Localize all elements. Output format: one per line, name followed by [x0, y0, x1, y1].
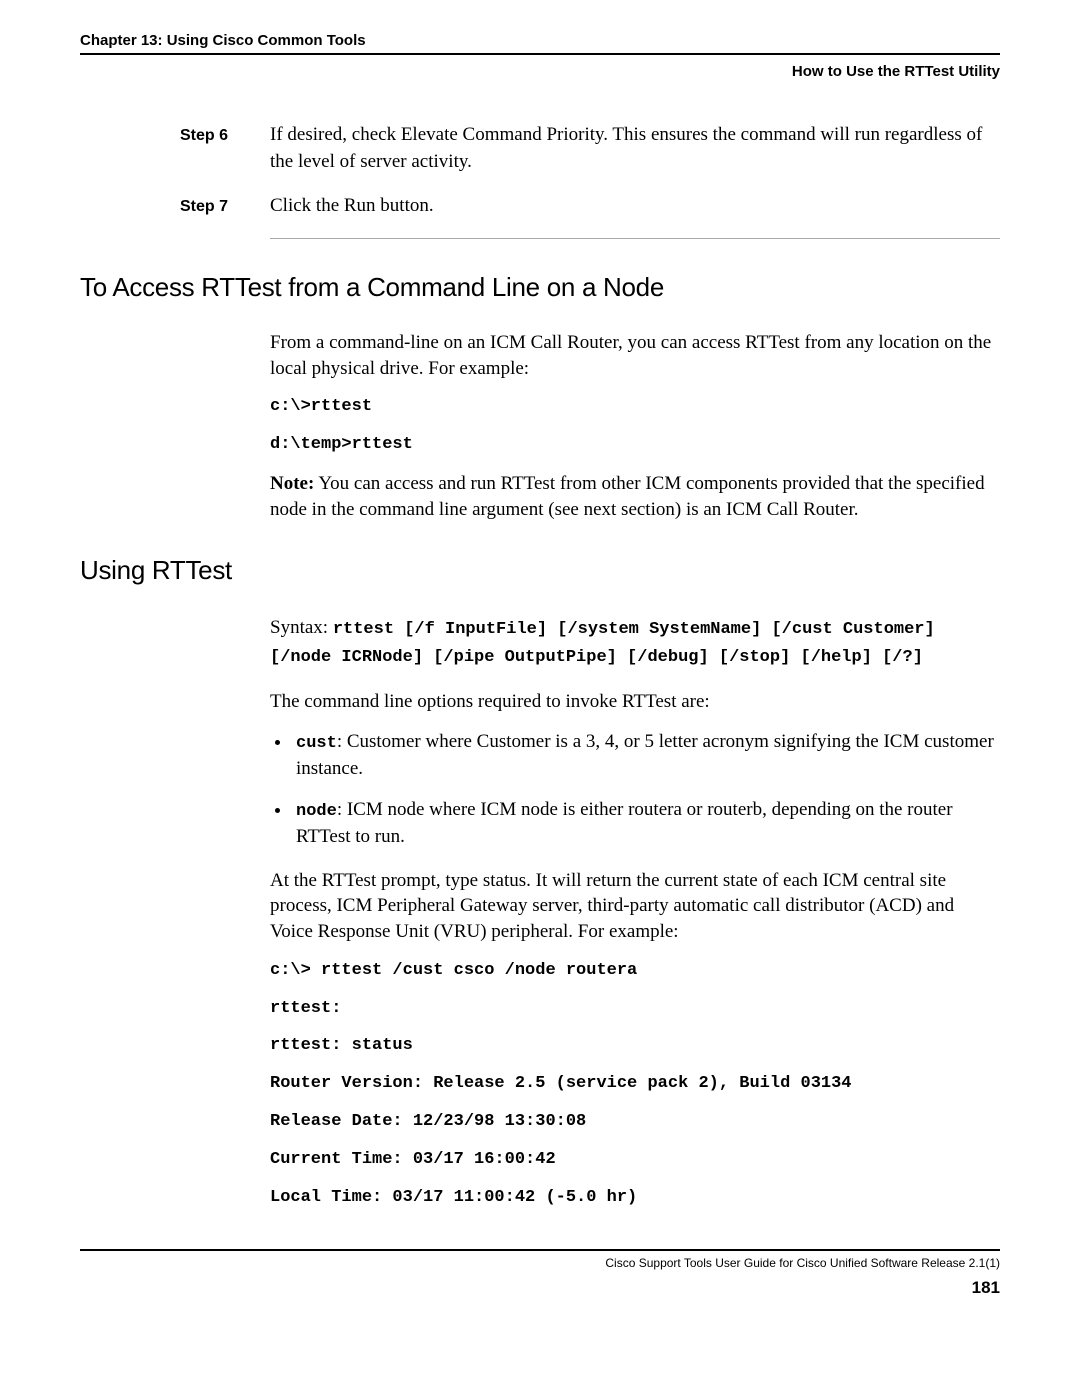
code-line: rttest: status — [270, 1034, 1000, 1058]
opts-intro: The command line options required to inv… — [270, 689, 1000, 715]
step-row: Step 7 Click the Run button. — [180, 193, 1000, 220]
prompt-text: At the RTTest prompt, type status. It wi… — [270, 868, 1000, 945]
code-line: d:\temp>rttest — [270, 433, 1000, 457]
section2-body: Syntax: rttest [/f InputFile] [/system S… — [270, 614, 1000, 1210]
footer-doc-title-row: Cisco Support Tools User Guide for Cisco… — [80, 1255, 1000, 1272]
code-line: Router Version: Release 2.5 (service pac… — [270, 1072, 1000, 1096]
list-item: node: ICM node where ICM node is either … — [292, 797, 1000, 850]
step-label: Step 7 — [180, 196, 270, 218]
steps-block: Step 6 If desired, check Elevate Command… — [180, 122, 1000, 220]
note-paragraph: Note: You can access and run RTTest from… — [270, 471, 1000, 522]
code-line: rttest: — [270, 997, 1000, 1021]
section-heading-using: Using RTTest — [80, 552, 1000, 588]
step-label: Step 6 — [180, 125, 270, 147]
code-line: Local Time: 03/17 11:00:42 (-5.0 hr) — [270, 1186, 1000, 1210]
footer-doc-title: Cisco Support Tools User Guide for Cisco… — [605, 1255, 1000, 1272]
step-text: If desired, check Elevate Command Priori… — [270, 122, 1000, 175]
option-text: : Customer where Customer is a 3, 4, or … — [296, 731, 994, 779]
syntax-code: rttest [/f InputFile] [/system SystemNam… — [270, 620, 935, 668]
section-heading-access: To Access RTTest from a Command Line on … — [80, 269, 1000, 305]
section1-body: From a command-line on an ICM Call Route… — [270, 330, 1000, 522]
code-line: Release Date: 12/23/98 13:30:08 — [270, 1110, 1000, 1134]
section-divider — [270, 238, 1000, 239]
list-item: cust: Customer where Customer is a 3, 4,… — [292, 729, 1000, 782]
step-text: Click the Run button. — [270, 193, 1000, 220]
code-line: c:\>rttest — [270, 395, 1000, 419]
syntax-line: Syntax: rttest [/f InputFile] [/system S… — [270, 614, 1000, 671]
options-list: cust: Customer where Customer is a 3, 4,… — [292, 729, 1000, 850]
syntax-label: Syntax: — [270, 617, 333, 638]
header-subtitle: How to Use the RTTest Utility — [80, 61, 1000, 82]
option-key: cust — [296, 734, 337, 753]
page-header: Chapter 13: Using Cisco Common Tools — [80, 30, 1000, 55]
page-number: 181 — [80, 1276, 1000, 1300]
step-row: Step 6 If desired, check Elevate Command… — [180, 122, 1000, 175]
option-key: node — [296, 802, 337, 821]
chapter-title: Chapter 13: Using Cisco Common Tools — [80, 30, 1000, 51]
section1-intro: From a command-line on an ICM Call Route… — [270, 330, 1000, 381]
note-label: Note: — [270, 473, 314, 494]
code-line: c:\> rttest /cust csco /node routera — [270, 959, 1000, 983]
footer-rule — [80, 1249, 1000, 1251]
code-line: Current Time: 03/17 16:00:42 — [270, 1148, 1000, 1172]
note-text: You can access and run RTTest from other… — [270, 473, 985, 520]
option-text: : ICM node where ICM node is either rout… — [296, 799, 953, 847]
